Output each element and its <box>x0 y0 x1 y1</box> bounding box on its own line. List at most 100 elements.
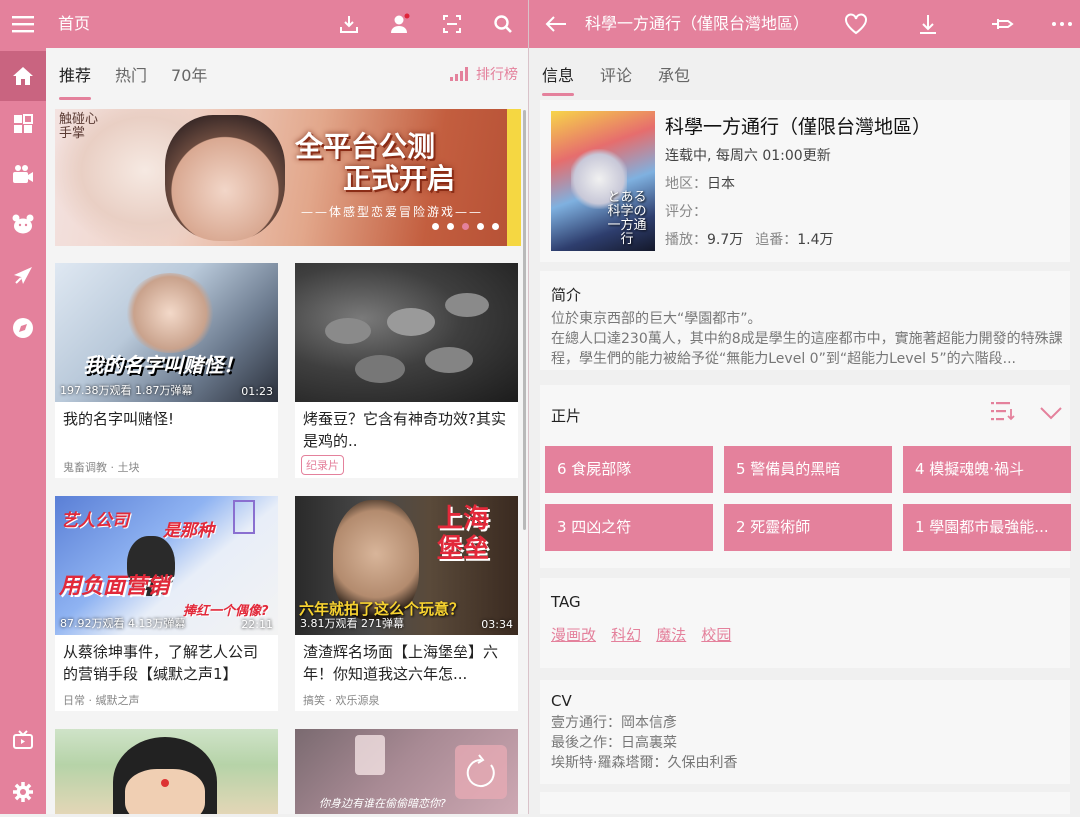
menu-icon[interactable] <box>8 0 38 48</box>
pager-dot[interactable] <box>492 223 499 230</box>
region-label: 地区： <box>665 176 707 192</box>
thumb-overlay-text: 是那种 <box>163 521 214 541</box>
camera-icon[interactable] <box>0 149 46 199</box>
video-card[interactable]: 烤蚕豆？它含有神奇功效?其实是鸡的.. 纪录片 <box>295 263 518 478</box>
intro-section[interactable]: 简介 位於東京西部的巨大“學園都市”。 在總人口達230萬人，其中約8成是學生的… <box>540 271 1070 370</box>
thumb-bean <box>425 347 473 373</box>
video-meta: 日常 · 缄默之声 <box>63 694 140 707</box>
tab-sponsor[interactable]: 承包 <box>658 48 690 96</box>
tag-link[interactable]: 校园 <box>701 626 731 644</box>
back-icon[interactable] <box>541 0 571 48</box>
intro-line: 位於東京西部的巨大“學園都市”。 <box>551 311 762 327</box>
intro-line: 在總人口達230萬人，其中約8成是學生的這座都市中，實施著超能力開發的特殊課程，… <box>551 331 1063 367</box>
tag-link[interactable]: 魔法 <box>656 626 686 644</box>
episode-button[interactable]: 6 食屍部隊 <box>545 446 713 493</box>
tab-comments[interactable]: 评论 <box>600 48 632 96</box>
scan-icon[interactable] <box>438 0 466 48</box>
thumb-figure <box>125 273 215 353</box>
video-thumbnail: 上海 堡垒 六年就拍了这么个玩意？ 3.81万观看 271弹幕 03:34 <box>295 496 518 635</box>
detail-topbar: 科學一方通行（僅限台灣地區） <box>529 0 1080 48</box>
tag-heading: TAG <box>551 593 581 611</box>
tv-icon[interactable] <box>0 715 46 765</box>
tag-section: TAG 漫画改 科幻 魔法 校园 <box>540 578 1070 668</box>
next-section <box>540 792 1070 814</box>
episode-button[interactable]: 2 死靈術師 <box>724 504 892 551</box>
duration: 03:34 <box>481 618 513 631</box>
sort-icon[interactable] <box>991 401 1015 425</box>
search-icon[interactable] <box>489 0 517 48</box>
home-icon[interactable] <box>0 51 46 101</box>
bear-icon[interactable] <box>0 199 46 249</box>
banner-pager <box>432 223 499 230</box>
cv-line: 最後之作：日高裏菜 <box>551 735 677 751</box>
download-icon[interactable] <box>335 0 363 48</box>
pager-dot[interactable] <box>447 223 454 230</box>
tab-recommend[interactable]: 推荐 <box>59 48 92 100</box>
chevron-down-icon[interactable] <box>1039 405 1063 424</box>
gear-icon[interactable] <box>0 767 46 817</box>
thumb-bean <box>355 355 405 383</box>
thumb-character-face <box>125 769 205 814</box>
tab-info[interactable]: 信息 <box>542 48 575 96</box>
score-label: 评分： <box>665 204 707 220</box>
video-thumbnail <box>55 729 278 814</box>
cv-section: CV 壹方通行：岡本信彥 最後之作：日高裏菜 埃斯特·羅森塔爾：久保由利香 <box>540 680 1070 784</box>
thumb-candle <box>355 735 385 775</box>
ranking-link[interactable]: 排行榜 <box>450 64 518 84</box>
promo-banner[interactable]: 触碰心手掌 全平台公测 正式开启 ——体感型恋爱冒险游戏—— <box>55 109 521 246</box>
video-card[interactable]: 上海 堡垒 六年就拍了这么个玩意？ 3.81万观看 271弹幕 03:34 渣渣… <box>295 496 518 711</box>
video-title: 我的名字叫赌怪! <box>63 410 175 428</box>
tag-link[interactable]: 科幻 <box>611 626 641 644</box>
video-thumbnail <box>295 263 518 402</box>
episode-button[interactable]: 1 學園都市最強能... <box>903 504 1071 551</box>
anime-poster[interactable]: とある科学の一方通行 <box>551 111 655 251</box>
thumb-bean <box>325 318 371 344</box>
tab-70years[interactable]: 70年 <box>171 48 207 100</box>
pager-dot[interactable] <box>477 223 484 230</box>
video-title: 渣渣辉名场面【上海堡垒】六年！你知道我这六年怎... <box>303 643 499 683</box>
pager-dot[interactable] <box>432 223 439 230</box>
view-stats: 87.92万观看 4.13万弹幕 <box>60 617 186 630</box>
ranking-label: 排行榜 <box>476 67 518 83</box>
home-topbar: 首页 <box>0 0 528 48</box>
pager-dot-active[interactable] <box>462 223 469 230</box>
episode-button[interactable]: 5 警備員的黑暗 <box>724 446 892 493</box>
thumb-replay-overlay[interactable] <box>455 745 507 799</box>
video-card[interactable]: 你身边有谁在偷偷暗恋你? <box>295 729 518 814</box>
tag-link[interactable]: 漫画改 <box>551 626 596 644</box>
follows-value: 1.4万 <box>797 232 834 248</box>
duration: 01:23 <box>241 385 273 398</box>
category-tag[interactable]: 纪录片 <box>301 455 344 475</box>
detail-title: 科學一方通行（僅限台灣地區） <box>585 14 810 33</box>
category-icon[interactable] <box>0 99 46 149</box>
download-icon[interactable] <box>914 0 942 48</box>
region-value: 日本 <box>707 176 735 192</box>
user-icon[interactable] <box>386 0 414 48</box>
intro-heading: 简介 <box>551 286 582 304</box>
thumb-bean <box>387 308 435 336</box>
tab-hot[interactable]: 热门 <box>115 48 147 100</box>
thumb-bean <box>445 293 489 317</box>
episode-button[interactable]: 4 模擬魂魄·禍斗 <box>903 446 1071 493</box>
info-section: とある科学の一方通行 科學一方通行（僅限台灣地區） 连载中, 每周六 01:00… <box>540 100 1070 262</box>
view-stats: 3.81万观看 271弹幕 <box>300 617 404 630</box>
thumb-overlay-line: 堡垒 <box>437 534 490 564</box>
air-status: 连载中, 每周六 01:00更新 <box>665 148 831 164</box>
replay-icon <box>466 754 495 787</box>
more-icon[interactable] <box>1048 0 1076 48</box>
cv-line: 壹方通行：岡本信彥 <box>551 715 677 731</box>
page-title: 首页 <box>58 14 91 33</box>
compass-icon[interactable] <box>0 303 46 353</box>
heart-icon[interactable] <box>841 0 871 48</box>
plane-icon[interactable] <box>0 251 46 301</box>
video-meta: 搞笑 · 欢乐源泉 <box>303 694 380 707</box>
episode-button[interactable]: 3 四凶之符 <box>545 504 713 551</box>
banner-headline-line2: 正式开启 <box>343 162 456 195</box>
video-card[interactable] <box>55 729 278 814</box>
tag-list: 漫画改 科幻 魔法 校园 <box>551 624 741 645</box>
scrollbar[interactable] <box>523 110 526 530</box>
video-card[interactable]: 艺人公司 是那种 用负面营销 捧红一个偶像? 87.92万观看 4.13万弹幕 … <box>55 496 278 711</box>
video-card[interactable]: 我的名字叫赌怪！ 197.38万观看 1.87万弹幕 01:23 我的名字叫赌怪… <box>55 263 278 478</box>
pin-icon[interactable] <box>987 0 1017 48</box>
banner-headline: 全平台公测 正式开启 <box>295 131 455 195</box>
